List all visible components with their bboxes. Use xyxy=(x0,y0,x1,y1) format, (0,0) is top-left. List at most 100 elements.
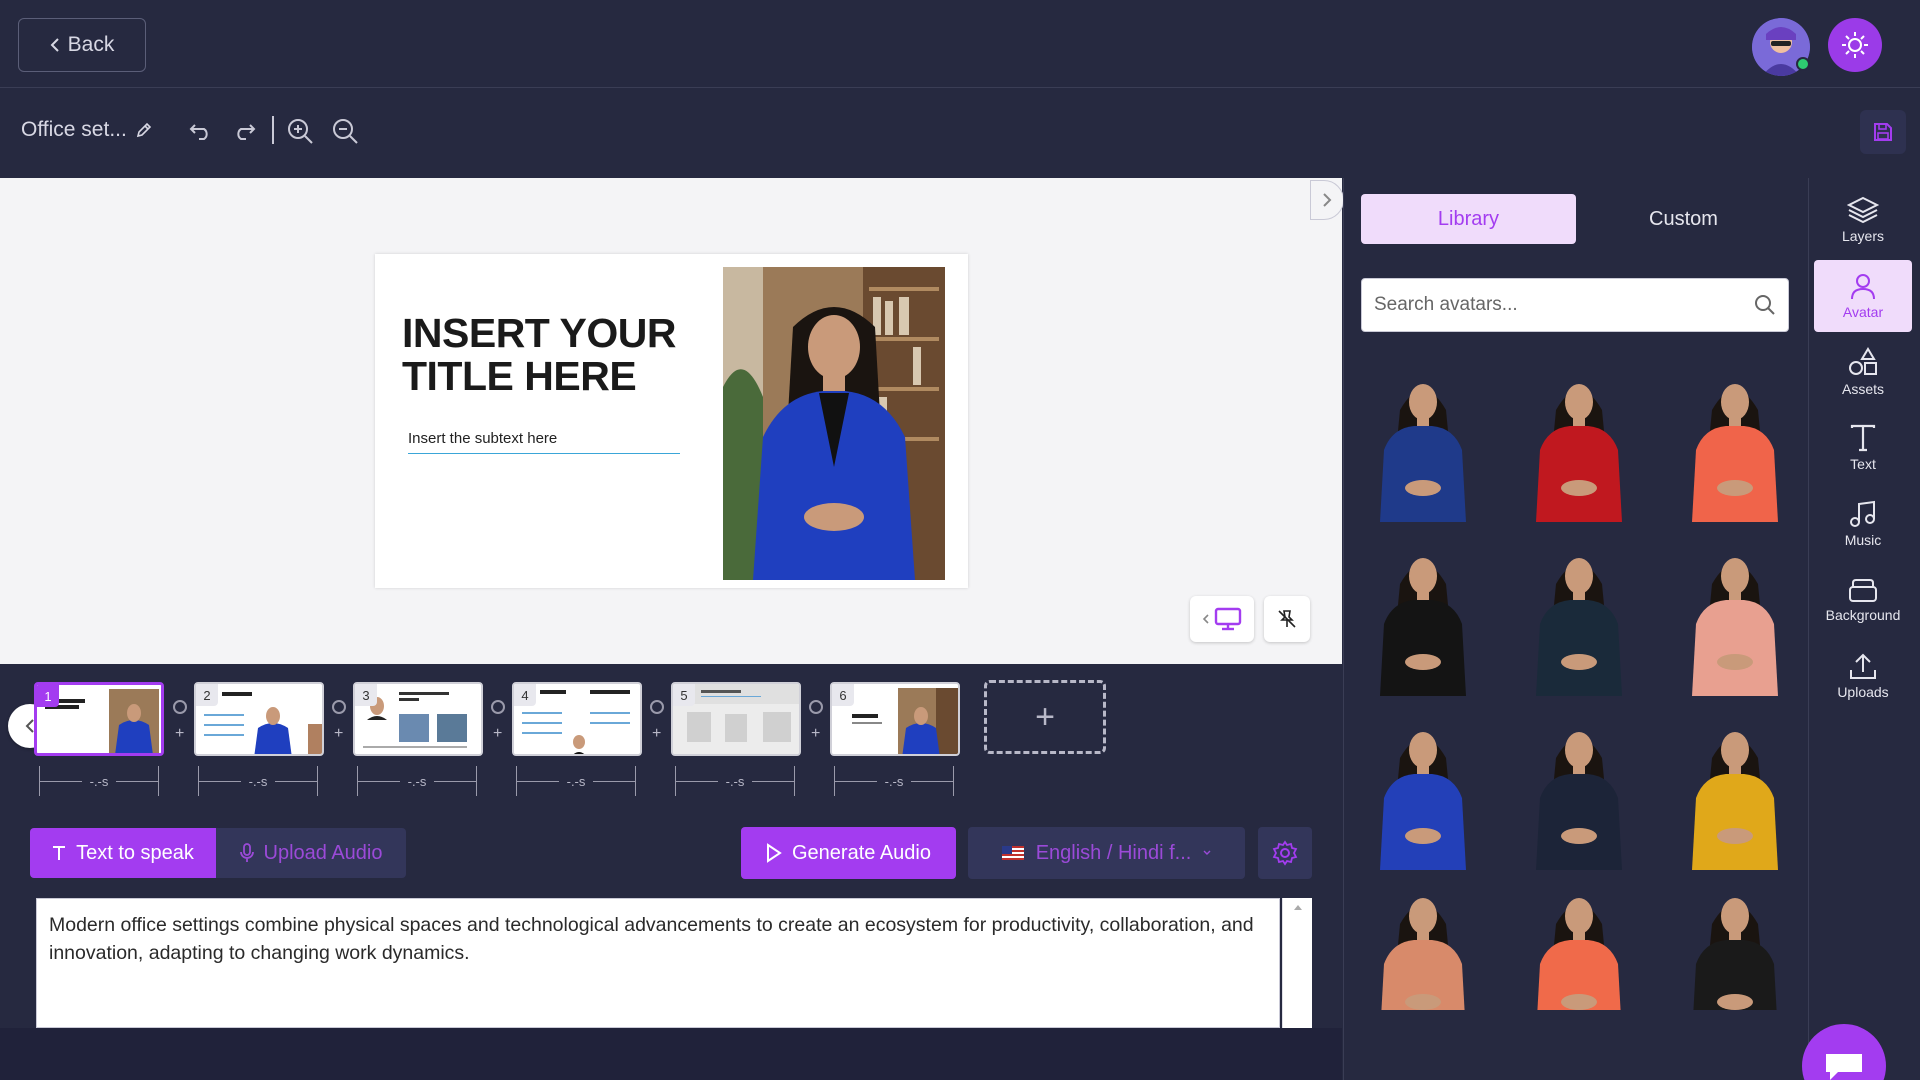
avatar-option[interactable] xyxy=(1348,362,1498,522)
music-note-icon xyxy=(1849,500,1877,528)
nav-background-label: Background xyxy=(1825,607,1901,623)
slide-title[interactable]: INSERT YOUR TITLE HERE xyxy=(402,312,702,398)
view-mode-toggle[interactable] xyxy=(1190,596,1254,642)
insert-slide-icon[interactable]: + xyxy=(652,725,661,743)
background-icon xyxy=(1848,577,1878,603)
avatar-option[interactable] xyxy=(1348,710,1498,870)
chevron-down-icon xyxy=(1203,850,1211,856)
nav-avatar[interactable]: Avatar xyxy=(1814,260,1912,332)
undo-icon[interactable] xyxy=(186,116,216,146)
avatar-option[interactable] xyxy=(1660,362,1810,522)
tab-custom[interactable]: Custom xyxy=(1576,194,1791,244)
zoom-in-icon[interactable] xyxy=(285,116,315,146)
nav-text-label: Text xyxy=(1850,456,1876,472)
microphone-icon xyxy=(239,843,254,863)
slide-avatar-image[interactable] xyxy=(723,267,945,580)
slide-thumbnail[interactable]: 1 xyxy=(34,682,164,756)
transition-icon[interactable] xyxy=(332,700,346,714)
chevron-left-icon xyxy=(1202,613,1210,625)
slide-duration: -.-s xyxy=(510,764,642,798)
pin-off-icon xyxy=(1276,608,1298,630)
voice-settings-button[interactable] xyxy=(1258,827,1312,879)
chevron-right-icon xyxy=(1322,192,1332,208)
avatar-option[interactable] xyxy=(1504,536,1654,696)
shapes-icon xyxy=(1848,347,1878,377)
person-icon xyxy=(1849,272,1877,300)
slide-number: 2 xyxy=(196,684,218,706)
avatar-option[interactable] xyxy=(1504,362,1654,522)
sun-icon xyxy=(1840,30,1870,60)
pencil-icon[interactable] xyxy=(135,121,153,139)
search-avatars-input[interactable]: Search avatars... xyxy=(1361,278,1789,332)
back-button[interactable]: Back xyxy=(18,18,146,72)
avatar-option[interactable] xyxy=(1348,536,1498,696)
slide-thumbnail[interactable]: 6 xyxy=(830,682,960,756)
slide-thumbnail[interactable]: 4 xyxy=(512,682,642,756)
chevron-left-icon xyxy=(50,37,60,53)
online-status-dot xyxy=(1796,57,1810,71)
transition-icon[interactable] xyxy=(809,700,823,714)
language-select[interactable]: English / Hindi f... xyxy=(968,827,1245,879)
transition-icon[interactable] xyxy=(491,700,505,714)
text-to-speak-tab[interactable]: Text to speak xyxy=(30,828,216,878)
add-slide-label: + xyxy=(1035,697,1055,736)
text-icon xyxy=(52,845,66,861)
slide-number: 4 xyxy=(514,684,536,706)
transition-icon[interactable] xyxy=(650,700,664,714)
chat-bubble-icon xyxy=(1824,1052,1864,1080)
floppy-disk-icon xyxy=(1872,121,1894,143)
nav-music-label: Music xyxy=(1844,532,1882,548)
add-slide-button[interactable]: + xyxy=(984,680,1106,754)
upload-audio-tab[interactable]: Upload Audio xyxy=(216,828,406,878)
gear-icon xyxy=(1272,840,1298,866)
avatar-option[interactable] xyxy=(1660,876,1810,1010)
insert-slide-icon[interactable]: + xyxy=(493,725,502,743)
script-scrollbar[interactable] xyxy=(1282,898,1312,1028)
nav-uploads-label: Uploads xyxy=(1837,684,1889,700)
generate-audio-label: Generate Audio xyxy=(792,841,931,864)
transition-icon[interactable] xyxy=(173,700,187,714)
avatar-option[interactable] xyxy=(1504,710,1654,870)
slide-thumbnail[interactable]: 3 xyxy=(353,682,483,756)
redo-icon[interactable] xyxy=(229,116,259,146)
slide-number: 1 xyxy=(37,685,59,707)
project-name-label: Office set... xyxy=(21,118,127,141)
nav-music[interactable]: Music xyxy=(1814,488,1912,560)
nav-text[interactable]: Text xyxy=(1814,412,1912,484)
insert-slide-icon[interactable]: + xyxy=(811,725,820,743)
theme-toggle-button[interactable] xyxy=(1828,18,1882,72)
project-name[interactable]: Office set... xyxy=(21,118,153,142)
nav-background[interactable]: Background xyxy=(1814,564,1912,636)
zoom-out-icon[interactable] xyxy=(330,116,360,146)
toolbar-divider xyxy=(272,116,274,144)
insert-slide-icon[interactable]: + xyxy=(334,725,343,743)
slide-duration: -.-s xyxy=(33,764,165,798)
nav-assets[interactable]: Assets xyxy=(1814,336,1912,408)
slide-duration: -.-s xyxy=(351,764,483,798)
play-icon xyxy=(766,843,782,863)
slide-thumbnail[interactable]: 2 xyxy=(194,682,324,756)
avatar-option[interactable] xyxy=(1660,536,1810,696)
slide-duration: -.-s xyxy=(192,764,324,798)
nav-uploads[interactable]: Uploads xyxy=(1814,640,1912,712)
script-textarea[interactable]: Modern office settings combine physical … xyxy=(36,898,1280,1028)
upload-icon xyxy=(1849,652,1877,680)
avatar-option[interactable] xyxy=(1504,876,1654,1010)
slide-subtext[interactable]: Insert the subtext here xyxy=(408,430,680,454)
nav-layers[interactable]: Layers xyxy=(1814,184,1912,256)
save-button[interactable] xyxy=(1860,110,1906,154)
avatar-option[interactable] xyxy=(1660,710,1810,870)
slide-duration: -.-s xyxy=(669,764,801,798)
generate-audio-button[interactable]: Generate Audio xyxy=(741,827,956,879)
nav-avatar-label: Avatar xyxy=(1842,304,1884,320)
layers-icon xyxy=(1847,196,1879,224)
insert-slide-icon[interactable]: + xyxy=(175,725,184,743)
back-label: Back xyxy=(67,33,115,56)
footer-bar xyxy=(0,1028,1342,1080)
avatar-option[interactable] xyxy=(1348,876,1498,1010)
tab-library[interactable]: Library xyxy=(1361,194,1576,244)
slide-thumbnail[interactable]: 5 xyxy=(671,682,801,756)
text-icon xyxy=(1850,424,1876,452)
pin-off-button[interactable] xyxy=(1264,596,1310,642)
slide-duration: -.-s xyxy=(828,764,960,798)
